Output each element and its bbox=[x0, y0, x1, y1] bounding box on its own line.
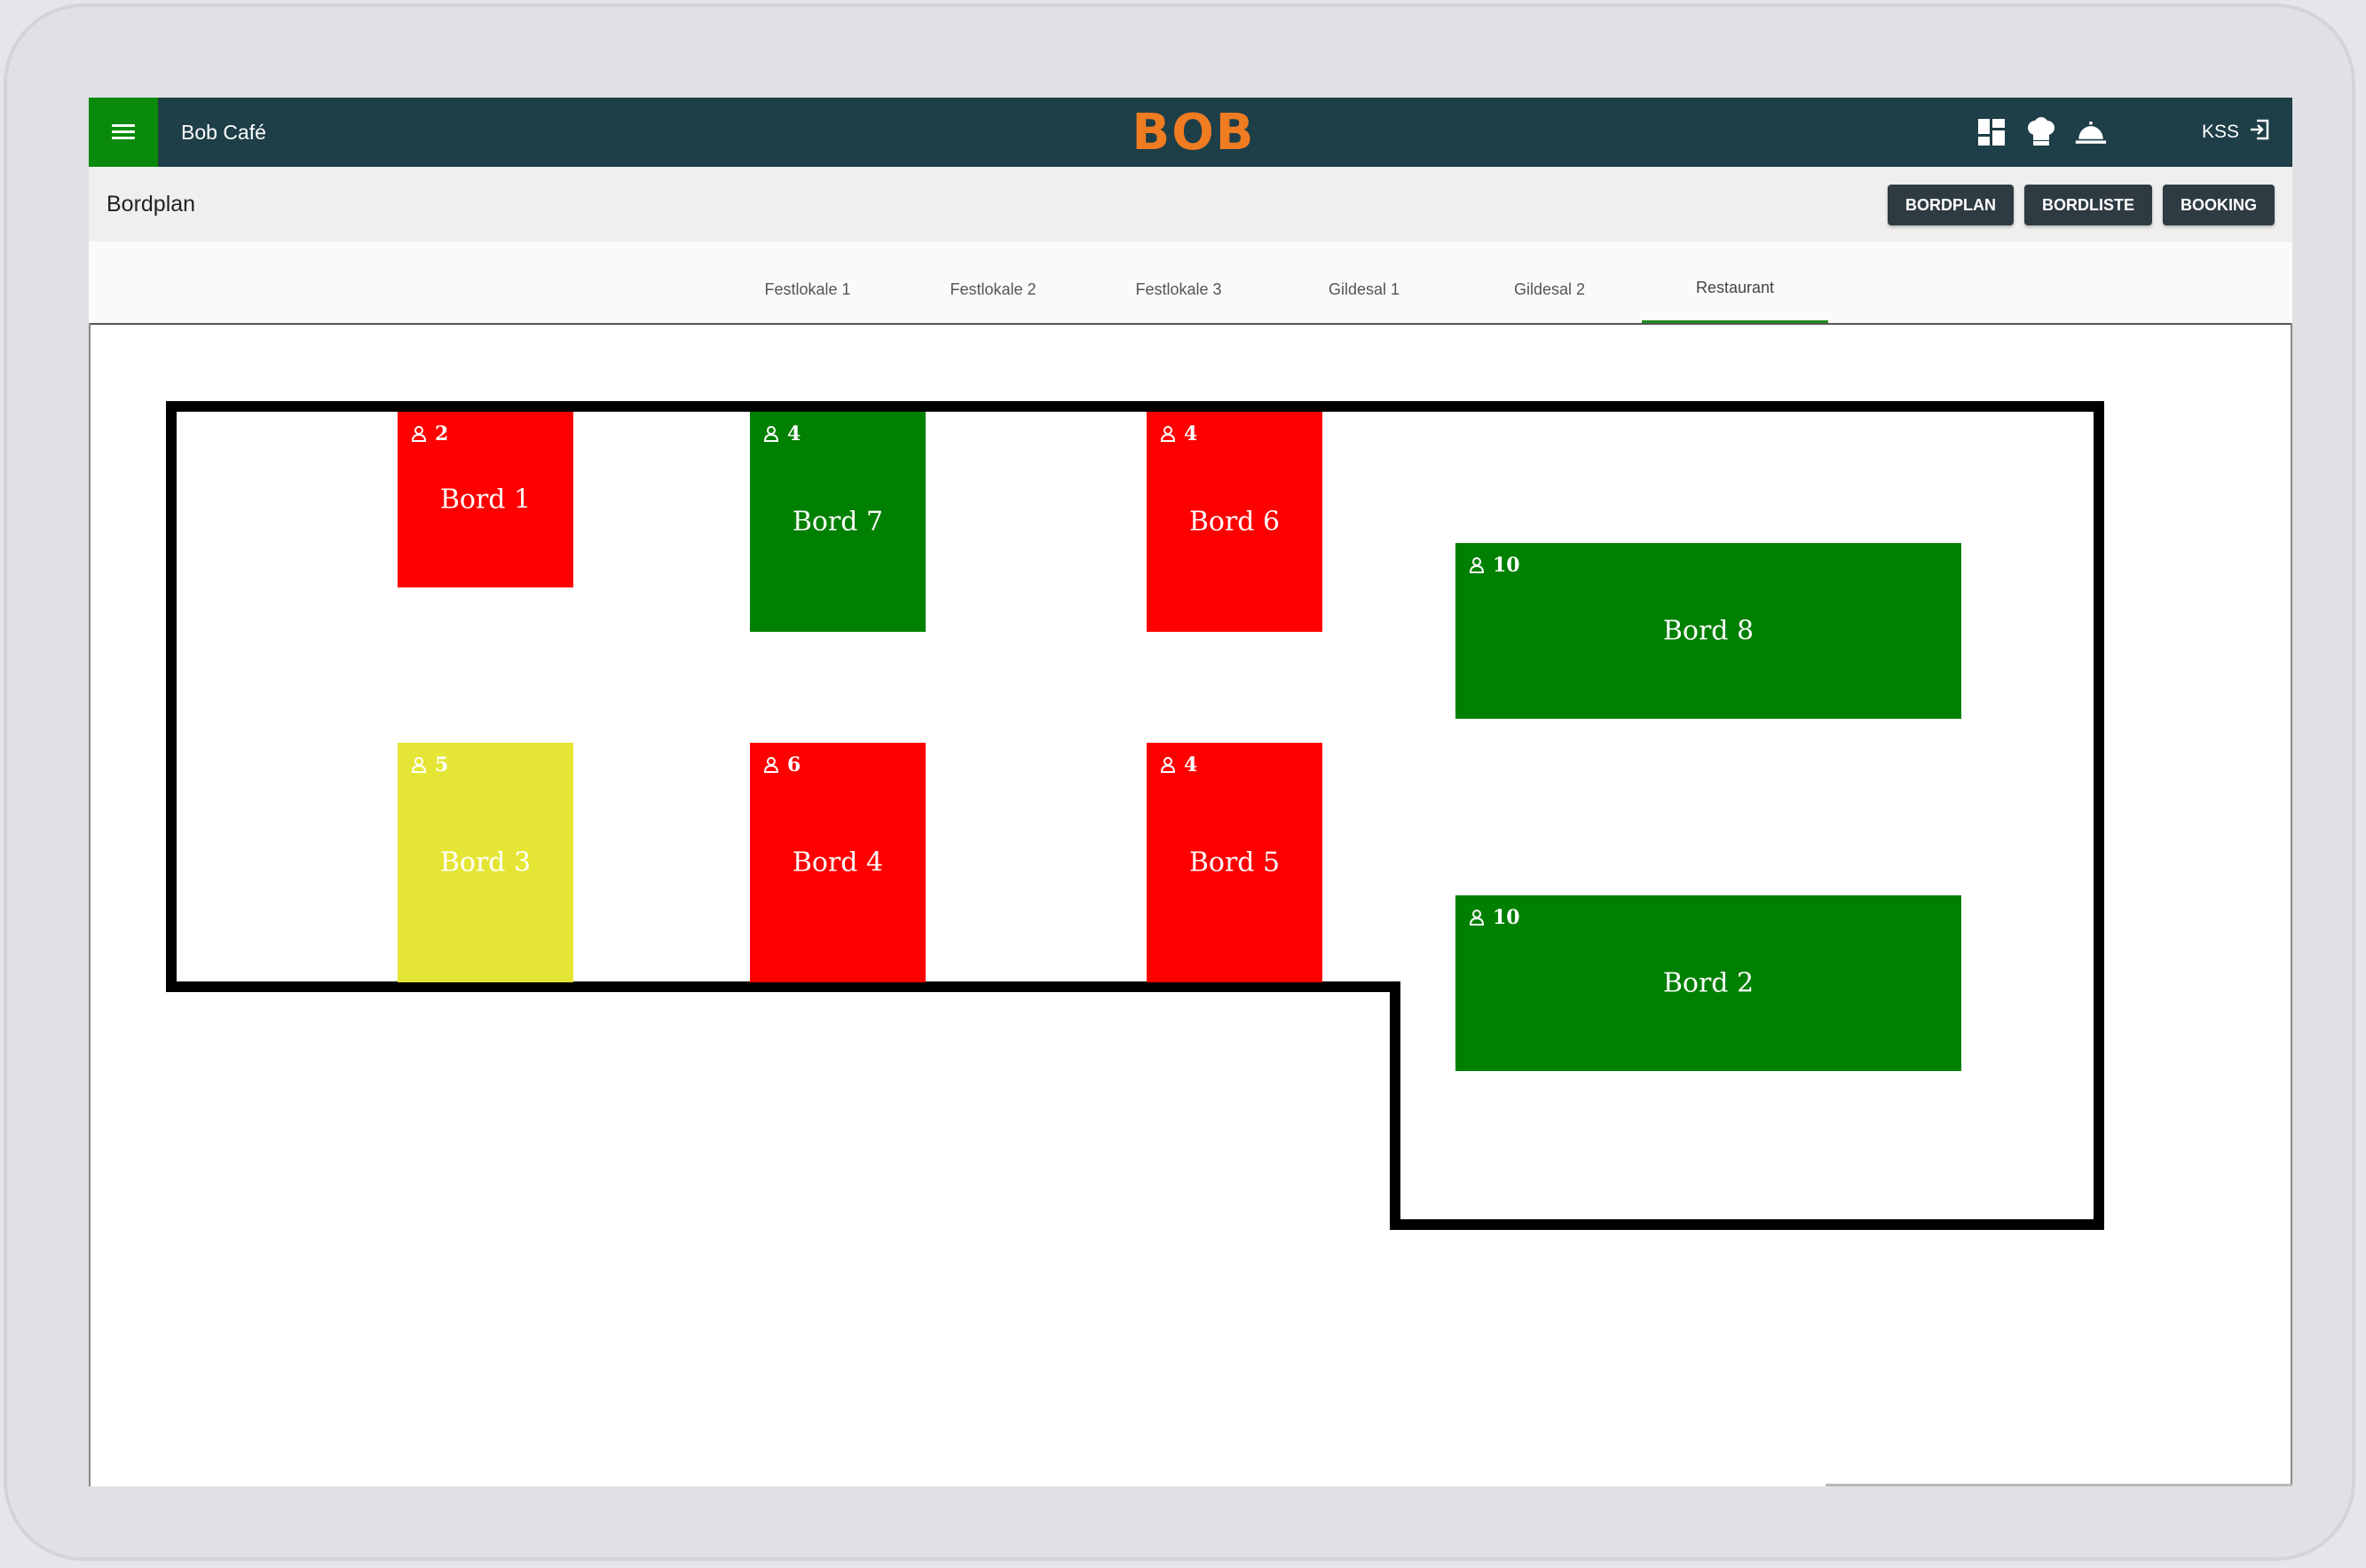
tab-festlokale-1[interactable]: Festlokale 1 bbox=[714, 241, 901, 323]
tab-gildesal-1[interactable]: Gildesal 1 bbox=[1271, 241, 1457, 323]
person-icon bbox=[411, 426, 427, 442]
person-icon bbox=[763, 757, 779, 773]
table-name: Bord 4 bbox=[792, 847, 884, 879]
wall-left bbox=[166, 401, 177, 992]
seat-count: 4 bbox=[1159, 422, 1197, 445]
wall-bottom-left bbox=[166, 981, 1400, 992]
table-bord-8[interactable]: 10 Bord 8 bbox=[1455, 543, 1961, 719]
chef-hat-icon[interactable] bbox=[2025, 116, 2057, 148]
menu-button[interactable] bbox=[89, 98, 158, 167]
table-name: Bord 8 bbox=[1662, 615, 1755, 647]
table-bord-5[interactable]: 4 Bord 5 bbox=[1147, 743, 1322, 982]
bob-logo[interactable]: BOB bbox=[1132, 104, 1254, 162]
table-bord-4[interactable]: 6 Bord 4 bbox=[750, 743, 926, 982]
person-icon bbox=[1469, 557, 1485, 573]
tablet-frame: Bob Café BOB KSS Bordplan BORDPLAN BORDL… bbox=[4, 4, 2355, 1561]
logout-icon bbox=[2248, 118, 2271, 146]
top-bar: Bob Café BOB KSS bbox=[89, 98, 2292, 167]
table-name: Bord 1 bbox=[439, 484, 532, 516]
hamburger-icon bbox=[112, 124, 135, 140]
content-border-right bbox=[2291, 323, 2292, 1486]
table-bord-6[interactable]: 4 Bord 6 bbox=[1147, 412, 1322, 632]
tab-festlokale-2[interactable]: Festlokale 2 bbox=[900, 241, 1086, 323]
person-icon bbox=[411, 757, 427, 773]
view-switcher: BORDPLAN BORDLISTE BOOKING bbox=[1887, 185, 2275, 225]
seat-count: 10 bbox=[1468, 554, 1520, 577]
table-bord-1[interactable]: 2 Bord 1 bbox=[398, 412, 573, 587]
wall-bottom-right bbox=[1390, 1219, 2104, 1230]
wall-inner bbox=[1390, 981, 1400, 1230]
wall-right bbox=[2094, 401, 2104, 1230]
tab-festlokale-3[interactable]: Festlokale 3 bbox=[1085, 241, 1272, 323]
app-name: Bob Café bbox=[181, 121, 266, 144]
seat-count: 4 bbox=[1159, 753, 1197, 776]
page-header: Bordplan BORDPLAN BORDLISTE BOOKING bbox=[89, 167, 2292, 241]
content-border-left bbox=[89, 323, 91, 1486]
scrollbar-track[interactable] bbox=[1826, 1484, 2292, 1486]
bordplan-button[interactable]: BORDPLAN bbox=[1887, 185, 2014, 225]
dashboard-icon[interactable] bbox=[1976, 116, 2007, 148]
wall-top bbox=[166, 401, 2104, 412]
seat-count: 2 bbox=[410, 422, 448, 445]
table-bord-3[interactable]: 5 Bord 3 bbox=[398, 743, 573, 982]
service-bell-icon[interactable] bbox=[2075, 116, 2107, 148]
table-bord-7[interactable]: 4 Bord 7 bbox=[750, 412, 926, 632]
room-tabs: Festlokale 1 Festlokale 2 Festlokale 3 G… bbox=[89, 241, 2292, 325]
table-name: Bord 5 bbox=[1188, 847, 1281, 879]
booking-button[interactable]: BOOKING bbox=[2162, 185, 2275, 225]
table-name: Bord 2 bbox=[1662, 967, 1755, 999]
page-title: Bordplan bbox=[106, 192, 196, 217]
seat-count: 10 bbox=[1468, 906, 1520, 929]
seat-count: 5 bbox=[410, 753, 448, 776]
table-name: Bord 6 bbox=[1188, 506, 1281, 538]
bordliste-button[interactable]: BORDLISTE bbox=[2023, 185, 2152, 225]
table-bord-2[interactable]: 10 Bord 2 bbox=[1455, 895, 1961, 1071]
person-icon bbox=[1469, 910, 1485, 926]
user-logout[interactable]: KSS bbox=[2202, 98, 2271, 167]
tab-restaurant[interactable]: Restaurant bbox=[1642, 241, 1828, 323]
person-icon bbox=[1160, 426, 1176, 442]
table-name: Bord 7 bbox=[792, 506, 884, 538]
app-screen: Bob Café BOB KSS Bordplan BORDPLAN BORDL… bbox=[89, 98, 2292, 1486]
floor-plan: 2 Bord 1 4 Bord 7 4 Bord 6 10 Bord 8 5 B… bbox=[89, 323, 2292, 1486]
person-icon bbox=[763, 426, 779, 442]
tab-gildesal-2[interactable]: Gildesal 2 bbox=[1456, 241, 1643, 323]
user-label: KSS bbox=[2201, 122, 2239, 142]
seat-count: 4 bbox=[762, 422, 800, 445]
top-icon-group bbox=[1976, 98, 2107, 167]
table-name: Bord 3 bbox=[439, 847, 532, 879]
seat-count: 6 bbox=[762, 753, 800, 776]
person-icon bbox=[1160, 757, 1176, 773]
